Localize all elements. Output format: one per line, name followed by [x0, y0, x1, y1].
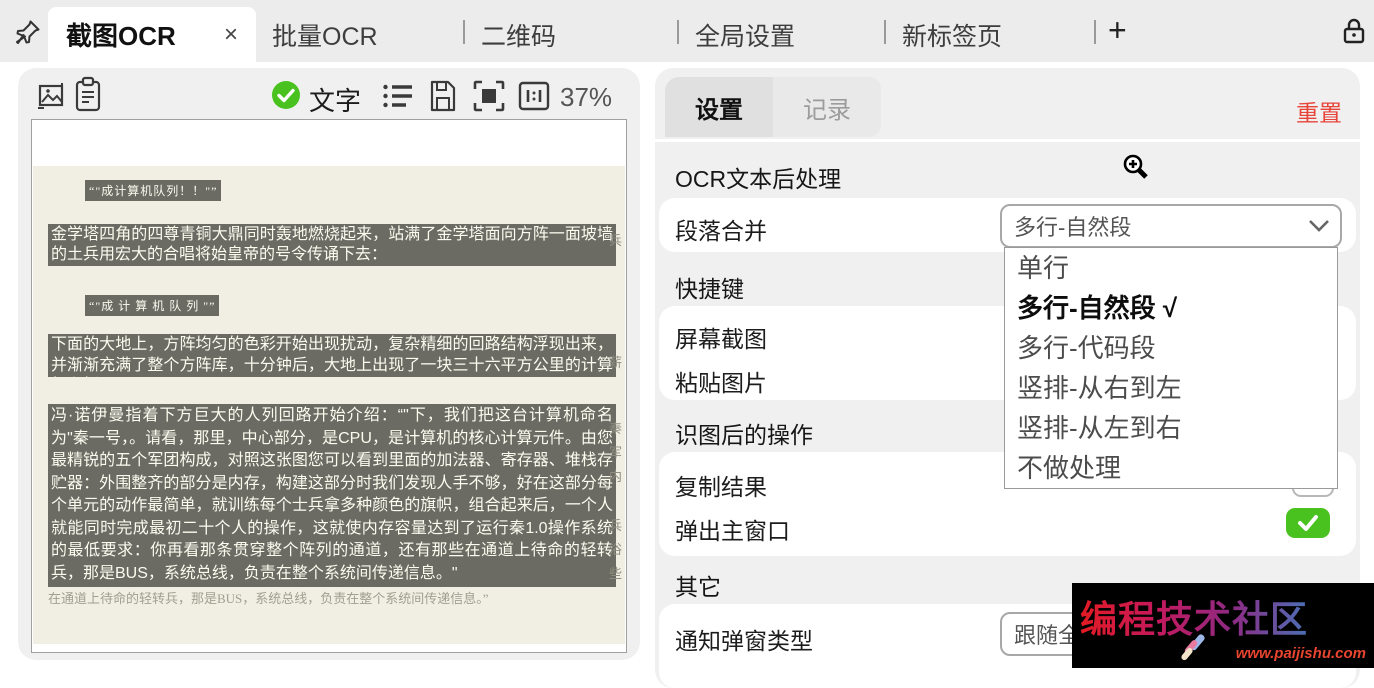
dropdown-option[interactable]: 多行-代码段 [1005, 328, 1337, 368]
dropdown-option-selected[interactable]: 多行-自然段 √ [1005, 288, 1337, 328]
section-after-ocr: 识图后的操作 [675, 416, 813, 450]
open-image-icon[interactable] [36, 80, 66, 112]
scanned-page-image: “"成计算机队列！！"” 金学塔四角的四尊青铜大鼎同时轰地燃烧起来，站满了金学塔… [33, 166, 625, 644]
section-ocr-postprocess: OCR文本后处理 [675, 160, 841, 194]
pencil-doodle-icon [1180, 631, 1220, 667]
close-icon[interactable]: × [224, 21, 238, 49]
scan-edge-char: 兵 [609, 515, 622, 534]
ocr-text-block[interactable]: 下面的大地上，方阵均匀的色彩开始出现扰动，复杂精细的回路结构浮现出来，并渐渐充满… [48, 334, 616, 377]
ocr-status-label[interactable]: 文字 [309, 81, 361, 118]
paste-image-icon[interactable] [72, 75, 104, 115]
scan-edge-char: 薪 [609, 352, 622, 371]
tab-qrcode[interactable]: 二维码 [481, 17, 556, 53]
ocr-text-block[interactable]: 冯·诺伊曼指着下方巨大的人列回路开始介绍：“"下，我们把这台计算机命名为"秦一号… [48, 404, 616, 587]
watermark: 编程技术社区 www.paijishu.com [1072, 583, 1374, 668]
ocr-text-block[interactable]: “"成计算机队列！！"” [85, 180, 221, 201]
check-icon [1296, 513, 1320, 533]
dropdown-option[interactable]: 单行 [1005, 248, 1337, 288]
tab-global-settings[interactable]: 全局设置 [695, 17, 795, 53]
one-to-one-zoom-icon[interactable] [518, 81, 550, 111]
tab-new-tab-page[interactable]: 新标签页 [902, 17, 1002, 53]
underlying-scan-text: 在通道上待命的轻转兵，那是BUS，系统总线，负责在整个系统间传递信息。” [48, 588, 489, 607]
header-divider [655, 139, 1360, 142]
dropdown-option[interactable]: 不做处理 [1005, 448, 1337, 488]
tab-separator [677, 20, 679, 44]
tab-separator [1094, 20, 1096, 44]
section-hotkeys: 快捷键 [675, 270, 744, 304]
paste-hotkey-label: 粘贴图片 [675, 364, 767, 398]
image-viewport[interactable]: “"成计算机队列！！"” 金学塔四角的四尊青铜大鼎同时轰地燃烧起来，站满了金学塔… [31, 119, 627, 653]
scan-edge-char: 秦 [609, 418, 622, 437]
add-tab-button[interactable]: + [1108, 12, 1127, 49]
notify-type-label: 通知弹窗类型 [675, 622, 813, 656]
ocr-status-check-icon[interactable] [270, 79, 302, 111]
dropdown-option[interactable]: 竖排-从左到右 [1005, 408, 1337, 448]
lock-icon[interactable] [1340, 16, 1368, 46]
tab-settings[interactable]: 设置 [665, 77, 773, 137]
tab-records[interactable]: 记录 [773, 77, 881, 137]
select-region-icon[interactable] [472, 79, 506, 113]
dropdown-option[interactable]: 竖排-从右到左 [1005, 368, 1337, 408]
popup-main-checkbox-checked[interactable] [1286, 508, 1330, 538]
paragraph-merge-dropdown: 单行 多行-自然段 √ 多行-代码段 竖排-从右到左 竖排-从左到右 不做处理 [1004, 247, 1338, 489]
pin-icon[interactable] [14, 18, 42, 46]
reset-button[interactable]: 重置 [1296, 94, 1342, 128]
save-icon[interactable] [428, 79, 458, 113]
tab-screenshot-ocr[interactable]: 截图OCR × [48, 7, 256, 62]
screenshot-hotkey-label: 屏幕截图 [675, 320, 767, 354]
scan-edge-char: 兵 [609, 230, 622, 249]
tab-bar: 截图OCR × 批量OCR 二维码 全局设置 新标签页 + [0, 0, 1374, 62]
copy-result-label: 复制结果 [675, 468, 767, 502]
tab-label: 截图OCR [66, 16, 176, 53]
scan-edge-char: 浴 [609, 539, 622, 558]
watermark-url: www.paijishu.com [1236, 645, 1366, 662]
section-other: 其它 [675, 568, 721, 602]
paragraph-merge-label: 段落合并 [675, 212, 767, 246]
scan-edge-char: 些 [609, 563, 622, 582]
paragraph-merge-value: 多行-自然段 [1014, 210, 1131, 242]
tab-separator [884, 20, 886, 44]
scan-edge-char: 内 [609, 466, 622, 485]
preview-panel: 文字 37% “"成计算机队列！！"” 金学塔四角的四尊青铜大鼎同时轰地燃 [18, 68, 640, 660]
tab-separator [463, 20, 465, 44]
result-list-icon[interactable] [382, 83, 414, 109]
paragraph-merge-select[interactable]: 多行-自然段 [1000, 204, 1342, 248]
ocr-text-block[interactable]: “"成 计 算 机 队 列 "” [85, 295, 219, 316]
ocr-text-block[interactable]: 金学塔四角的四尊青铜大鼎同时轰地燃烧起来，站满了金学塔面向方阵一面坡墙的土兵用宏… [48, 224, 616, 266]
tab-batch-ocr[interactable]: 批量OCR [272, 17, 378, 53]
popup-main-label: 弹出主窗口 [675, 512, 790, 546]
zoom-level-label: 37% [560, 82, 612, 113]
chevron-down-icon [1308, 219, 1330, 233]
scan-edge-char: 军 [609, 442, 622, 461]
